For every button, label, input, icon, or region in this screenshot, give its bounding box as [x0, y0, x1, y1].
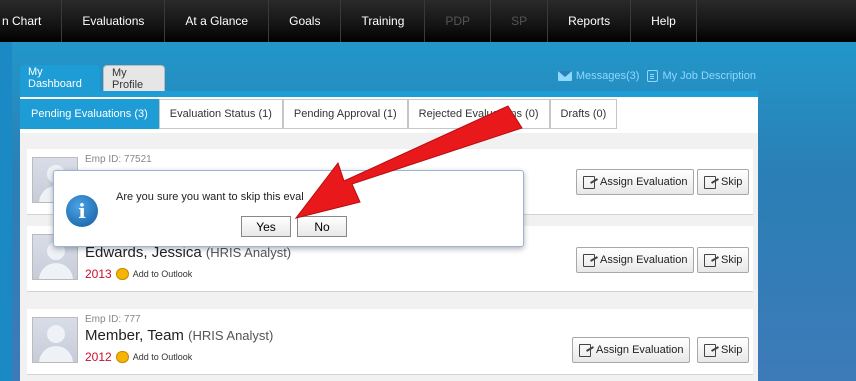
- arrow-shape: [294, 105, 523, 219]
- red-pointer-arrow: [294, 105, 523, 219]
